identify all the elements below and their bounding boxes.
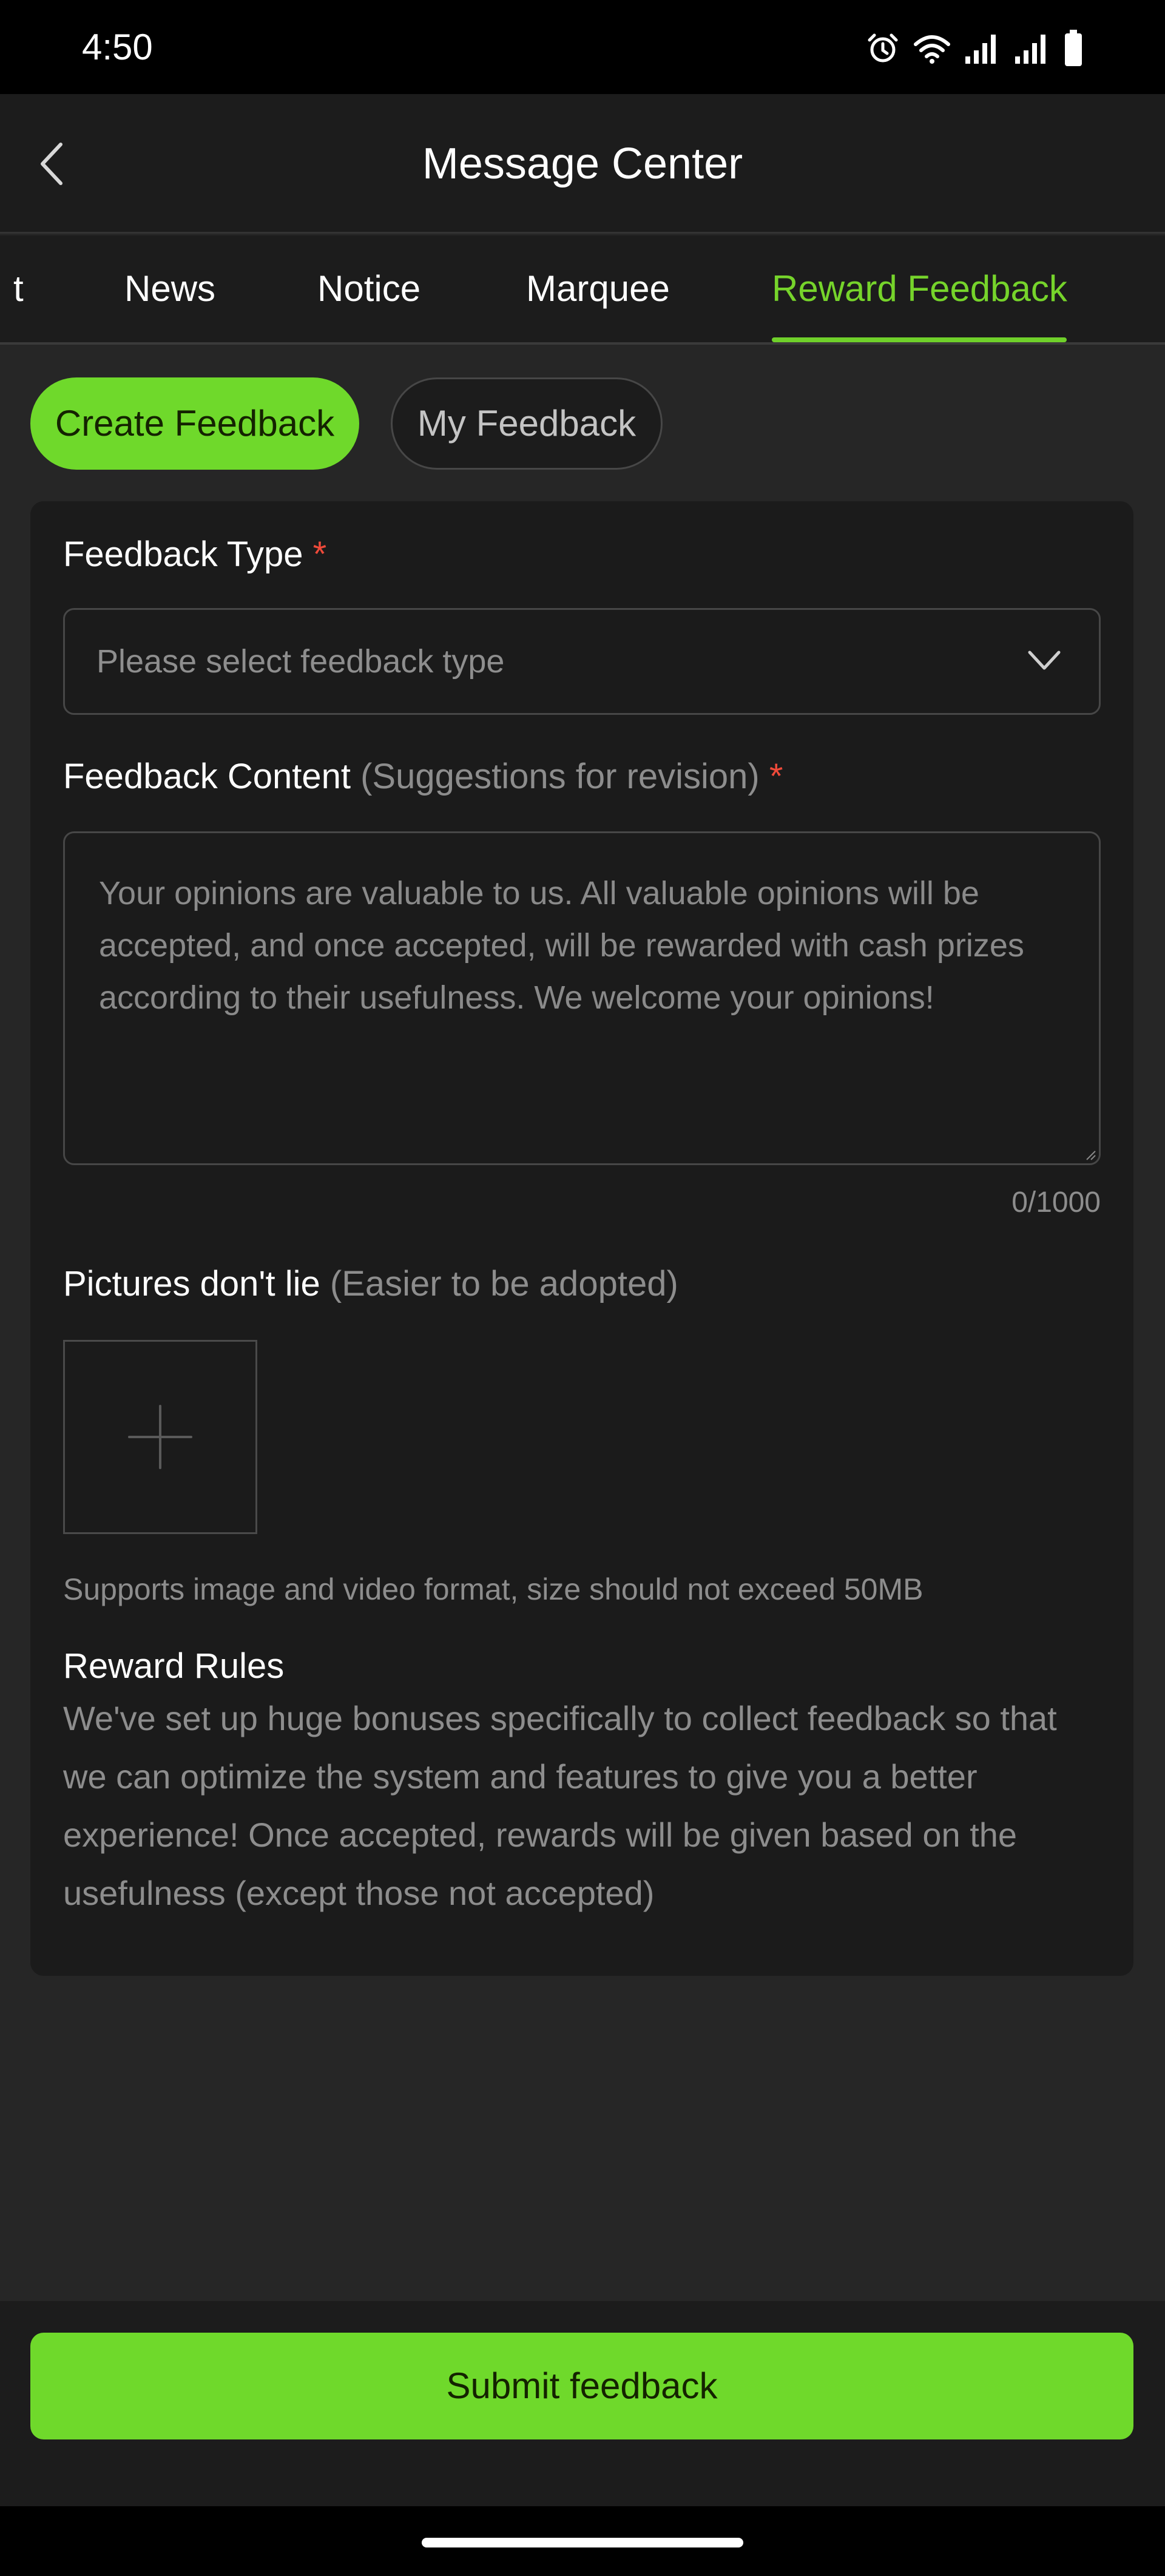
create-feedback-button[interactable]: Create Feedback [30,377,359,470]
pictures-hint: (Easier to be adopted) [329,1264,678,1303]
signal-icon [964,32,1001,65]
upload-hint: Supports image and video format, size sh… [63,1572,924,1606]
tab-notice[interactable]: Notice [317,235,420,342]
battery-icon [1064,30,1083,67]
back-button[interactable] [27,130,76,197]
reward-rules-title: Reward Rules [63,1646,285,1686]
page-title: Message Center [422,140,743,188]
footer-bar: Submit feedback [0,2301,1165,2506]
chevron-left-icon [41,143,62,185]
feedback-content-label-text: Feedback Content [63,757,351,796]
plus-icon [128,1405,192,1469]
tab-bar: t News Notice Marquee Reward Feedback [0,235,1165,345]
chevron-down-icon [1028,651,1061,670]
feedback-content-hint: (Suggestions for revision) [360,757,760,796]
my-feedback-button[interactable]: My Feedback [391,377,663,470]
tab-partial[interactable]: t [13,235,24,342]
active-tab-indicator [772,337,1067,342]
pictures-label-text: Pictures don't lie [63,1264,320,1303]
upload-picture-button[interactable] [63,1340,257,1534]
status-time: 4:50 [82,27,153,67]
feedback-content-textarea[interactable]: Your opinions are valuable to us. All va… [63,831,1101,1165]
home-indicator[interactable] [422,2538,743,2547]
signal-icon [1014,32,1050,65]
page: 4:50 Message Center t News Notice Marque… [0,0,1165,2576]
feedback-content-placeholder: Your opinions are valuable to us. All va… [99,875,1024,1016]
required-mark: * [312,535,327,574]
system-nav-bar [0,2506,1165,2576]
submit-feedback-button[interactable]: Submit feedback [30,2333,1133,2439]
feedback-type-label-text: Feedback Type [63,535,303,574]
reward-rules-body: We've set up huge bonuses specifically t… [63,1699,1057,1912]
pictures-label: Pictures don't lie (Easier to be adopted… [63,1260,678,1308]
feedback-type-select[interactable]: Please select feedback type [63,608,1101,715]
status-bar: 4:50 [0,0,1165,94]
feedback-content-label: Feedback Content (Suggestions for revisi… [63,752,783,801]
required-mark: * [769,757,783,796]
tab-reward-feedback[interactable]: Reward Feedback [772,235,1067,342]
character-count: 0/1000 [1011,1186,1101,1219]
status-icons [866,24,1083,73]
wifi-icon [913,32,951,65]
alarm-icon [866,32,900,66]
tab-marquee[interactable]: Marquee [526,235,670,342]
resize-grip-icon[interactable] [1083,1148,1096,1161]
feedback-form-card: Feedback Type * Please select feedback t… [30,501,1133,1976]
tab-news[interactable]: News [124,235,215,342]
feedback-type-label: Feedback Type * [63,530,326,579]
app-header: Message Center [0,94,1165,234]
feedback-type-placeholder: Please select feedback type [96,643,505,680]
